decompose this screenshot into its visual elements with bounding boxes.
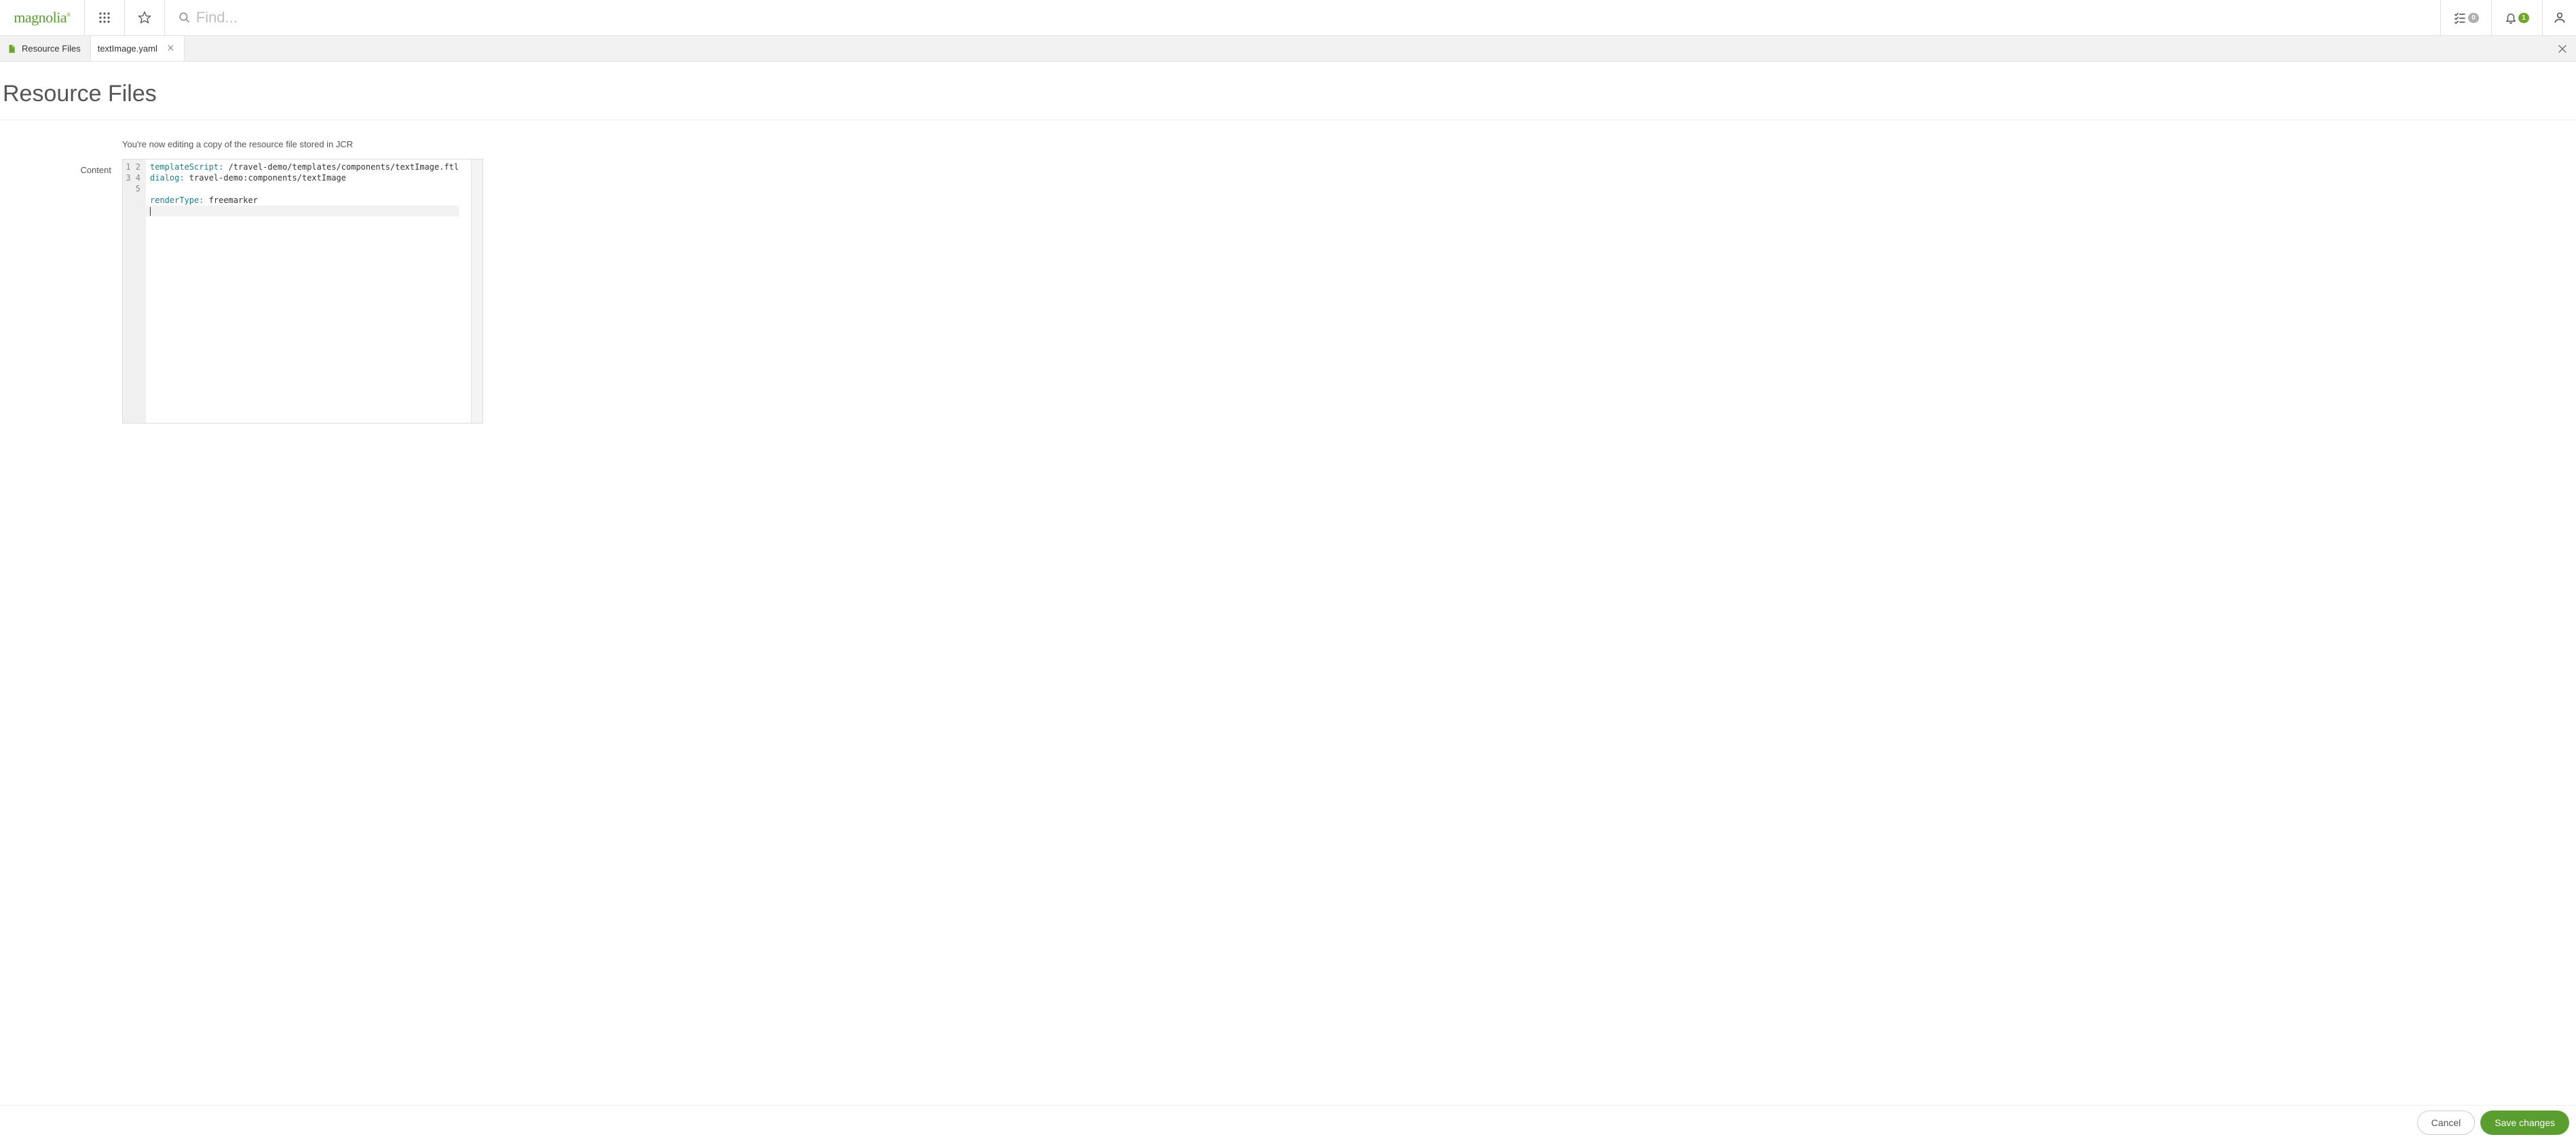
close-app-button[interactable] [2557, 36, 2568, 61]
search-input[interactable] [196, 9, 2440, 26]
tab-resource-files[interactable]: Resource Files [0, 36, 91, 61]
code-editor[interactable]: 1 2 3 4 5 templateScript: /travel-demo/t… [122, 159, 483, 424]
tab-textimage-yaml[interactable]: textImage.yaml [91, 36, 185, 61]
tab-label: Resource Files [22, 43, 81, 54]
brand-logo[interactable]: magnolia® [0, 0, 84, 35]
vertical-scrollbar[interactable] [471, 160, 482, 423]
tab-label: textImage.yaml [98, 43, 157, 54]
editor-info-text: You're now editing a copy of the resourc… [122, 139, 483, 149]
cancel-button[interactable]: Cancel [2417, 1110, 2476, 1135]
tab-close-button[interactable] [167, 43, 174, 54]
user-menu-button[interactable] [2542, 0, 2576, 35]
close-icon [2557, 43, 2568, 54]
code-content[interactable]: templateScript: /travel-demo/templates/c… [146, 160, 471, 423]
tasks-badge: 0 [2468, 13, 2479, 23]
close-icon [167, 44, 174, 52]
user-icon [2553, 11, 2566, 24]
editor-column: You're now editing a copy of the resourc… [122, 139, 483, 1105]
bell-icon [2505, 12, 2517, 24]
notifications-badge: 1 [2518, 13, 2529, 23]
main-content: Resource Files Content You're now editin… [0, 62, 2576, 1105]
content-field-label: Content [0, 139, 122, 1105]
editor-section: Content You're now editing a copy of the… [0, 120, 2576, 1105]
star-icon [138, 11, 151, 24]
action-footer: Cancel Save changes [0, 1105, 2576, 1139]
line-number-gutter: 1 2 3 4 5 [123, 160, 146, 423]
brand-name: magnolia [14, 9, 67, 26]
file-icon [7, 44, 16, 54]
page-title: Resource Files [0, 62, 2576, 119]
grid-icon [99, 12, 110, 23]
search-icon [178, 12, 191, 24]
tab-bar: Resource Files textImage.yaml [0, 36, 2576, 62]
search-container [164, 0, 2440, 35]
registered-mark: ® [67, 12, 71, 18]
tasks-icon [2453, 11, 2467, 24]
app-launcher-button[interactable] [84, 0, 124, 35]
notifications-button[interactable]: 1 [2491, 0, 2542, 35]
app-header: magnolia® 0 1 [0, 0, 2576, 36]
save-button[interactable]: Save changes [2480, 1110, 2569, 1135]
tasks-button[interactable]: 0 [2440, 0, 2491, 35]
favorites-button[interactable] [124, 0, 164, 35]
